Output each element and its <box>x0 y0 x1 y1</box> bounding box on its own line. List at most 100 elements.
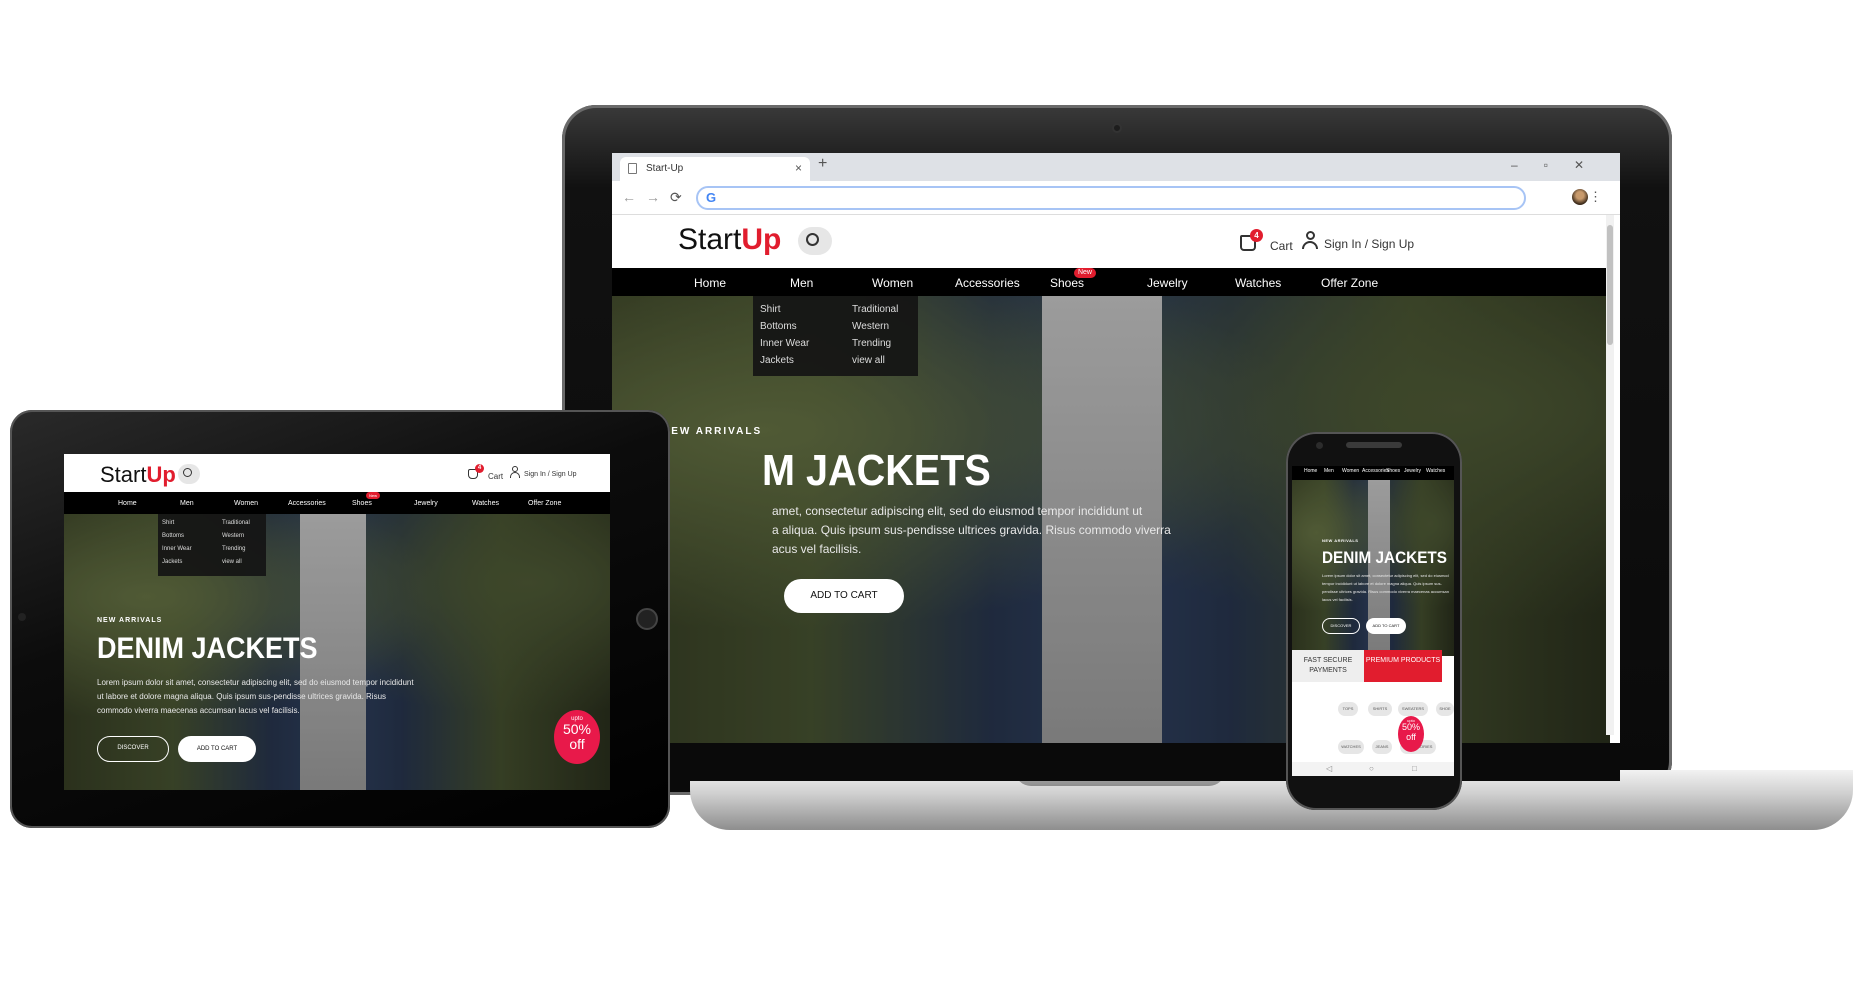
nav-men[interactable]: Men <box>1324 468 1334 474</box>
dd-trending[interactable]: Trending <box>222 546 245 552</box>
discover-button[interactable]: DISCOVER <box>1322 618 1360 634</box>
nav-jewelry[interactable]: Jewelry <box>414 500 438 507</box>
dd-traditional[interactable]: Traditional <box>222 520 250 526</box>
nav-shoes[interactable]: Shoes <box>1050 276 1084 290</box>
hero-text-line-1: amet, consectetur adipiscing elit, sed d… <box>772 504 1143 518</box>
close-tab-icon[interactable]: × <box>795 161 802 175</box>
discover-button[interactable]: DISCOVER <box>97 736 169 762</box>
user-icon <box>510 466 520 478</box>
phone-screen: Home Men Women Accessories Shoes Jewelry… <box>1292 466 1454 776</box>
dd-shirt[interactable]: Shirt <box>760 304 781 315</box>
laptop-scrollbar[interactable] <box>1606 215 1614 735</box>
logo-up: Up <box>741 223 782 256</box>
nav-accessories[interactable]: Accessories <box>955 276 1020 290</box>
nav-women[interactable]: Women <box>872 276 913 290</box>
nav-watches[interactable]: Watches <box>1426 468 1445 474</box>
nav-home[interactable]: Home <box>118 500 137 507</box>
add-to-cart-button[interactable]: ADD TO CART <box>178 736 256 762</box>
promo-percent: 50% <box>562 721 592 738</box>
dd-view-all[interactable]: view all <box>852 355 885 366</box>
hero-eyebrow: NEW ARRIVALS <box>662 426 763 437</box>
nav-men[interactable]: Men <box>180 500 194 507</box>
window-controls[interactable]: –▫✕ <box>1511 158 1610 172</box>
cart-button[interactable]: 4 Cart <box>1240 229 1300 255</box>
search-icon <box>806 233 819 246</box>
tablet-header: StartUp 4 Cart Sign In / Sign Up <box>64 454 610 492</box>
nav-women[interactable]: Women <box>234 500 258 507</box>
nav-men[interactable]: Men <box>790 276 813 290</box>
nav-women[interactable]: Women <box>1342 468 1359 474</box>
tablet-search-button[interactable] <box>178 464 200 484</box>
dd-western[interactable]: Western <box>852 321 889 332</box>
laptop-screen-bottom <box>612 743 1620 781</box>
tablet-home-button[interactable] <box>636 608 658 630</box>
page-icon <box>628 163 637 174</box>
dd-bottoms[interactable]: Bottoms <box>760 321 797 332</box>
logo[interactable]: StartUp <box>678 223 781 257</box>
tablet-sign-in-link[interactable]: Sign In / Sign Up <box>510 466 590 484</box>
logo-start: Start <box>100 462 147 487</box>
laptop-screen: Start-Up × + –▫✕ ← → ⟳ G ⋮ StartUp 4 Car… <box>612 153 1620 743</box>
dd-jackets[interactable]: Jackets <box>162 559 182 565</box>
back-icon[interactable]: ◁ <box>1326 764 1332 773</box>
dd-western[interactable]: Western <box>222 533 244 539</box>
hero-text: Lorem ipsum dolor sit amet, consectetur … <box>1322 573 1449 602</box>
sign-in-link[interactable]: Sign In / Sign Up <box>1302 231 1422 255</box>
search-button[interactable] <box>798 227 832 255</box>
forward-icon[interactable]: → <box>646 189 660 205</box>
phone-hero: NEW ARRIVALS DENIM JACKETS Lorem ipsum d… <box>1292 480 1454 656</box>
new-tab-button[interactable]: + <box>818 155 827 173</box>
category-chip[interactable]: TOPS <box>1338 702 1358 716</box>
dd-view-all[interactable]: view all <box>222 559 242 565</box>
men-dropdown: Shirt Bottoms Inner Wear Jackets Traditi… <box>753 296 918 376</box>
category-chip[interactable]: SWEATERS <box>1398 702 1428 716</box>
dd-inner-wear[interactable]: Inner Wear <box>760 338 809 349</box>
nav-watches[interactable]: Watches <box>472 500 499 507</box>
dd-trending[interactable]: Trending <box>852 338 891 349</box>
dd-shirt[interactable]: Shirt <box>162 520 174 526</box>
nav-accessories[interactable]: Accessories <box>288 500 326 507</box>
tablet-cart-button[interactable]: 4 Cart <box>468 464 504 484</box>
nav-shoes[interactable]: Shoes <box>352 500 372 507</box>
dd-bottoms[interactable]: Bottoms <box>162 533 184 539</box>
nav-accessories[interactable]: Accessories <box>1362 468 1389 474</box>
add-to-cart-button[interactable]: ADD TO CART <box>784 579 904 613</box>
nav-jewelry[interactable]: Jewelry <box>1147 276 1188 290</box>
dd-inner-wear[interactable]: Inner Wear <box>162 546 192 552</box>
back-icon[interactable]: ← <box>622 189 636 205</box>
category-chip[interactable]: JEANS <box>1372 740 1392 754</box>
dd-traditional[interactable]: Traditional <box>852 304 898 315</box>
laptop-camera <box>1112 123 1122 133</box>
reload-icon[interactable]: ⟳ <box>670 189 682 206</box>
tablet-logo[interactable]: StartUp <box>100 462 176 488</box>
nav-shoes[interactable]: Shoes <box>1386 468 1400 474</box>
logo-start: Start <box>678 223 742 256</box>
nav-watches[interactable]: Watches <box>1235 276 1281 290</box>
browser-tab-strip: Start-Up × + –▫✕ <box>612 153 1620 181</box>
auth-label: Sign In / Sign Up <box>1324 237 1415 251</box>
category-chip[interactable]: WATCHES <box>1338 740 1364 754</box>
dd-jackets[interactable]: Jackets <box>760 355 794 366</box>
recent-apps-icon[interactable]: □ <box>1412 764 1417 773</box>
tab-title: Start-Up <box>646 163 684 174</box>
category-chip[interactable]: SHOE <box>1436 702 1454 716</box>
nav-offer-zone[interactable]: Offer Zone <box>1321 276 1378 290</box>
cart-label: Cart <box>488 472 504 481</box>
menu-dots-icon[interactable]: ⋮ <box>1589 189 1602 205</box>
hero-text-line-3: acus vel facilisis. <box>772 542 862 556</box>
nav-home[interactable]: Home <box>1304 468 1317 474</box>
category-chip[interactable]: SHIRTS <box>1368 702 1392 716</box>
hero-title: DENIM JACKETS <box>1322 548 1447 567</box>
nav-home[interactable]: Home <box>694 276 726 290</box>
add-to-cart-button[interactable]: ADD TO CART <box>1366 618 1406 634</box>
nav-jewelry[interactable]: Jewelry <box>1404 468 1421 474</box>
laptop-scroll-thumb[interactable] <box>1607 225 1613 345</box>
nav-offer-zone[interactable]: Offer Zone <box>528 500 561 507</box>
hero-title: DENIM JACKETS <box>97 632 318 665</box>
home-icon[interactable]: ○ <box>1369 764 1374 773</box>
profile-avatar[interactable] <box>1572 189 1588 205</box>
feature-label: PREMIUM PRODUCTS <box>1365 657 1441 664</box>
tablet-men-dropdown: Shirt Bottoms Inner Wear Jackets Traditi… <box>158 514 266 576</box>
address-bar[interactable]: G <box>696 186 1526 210</box>
browser-tab[interactable]: Start-Up × <box>620 157 810 181</box>
